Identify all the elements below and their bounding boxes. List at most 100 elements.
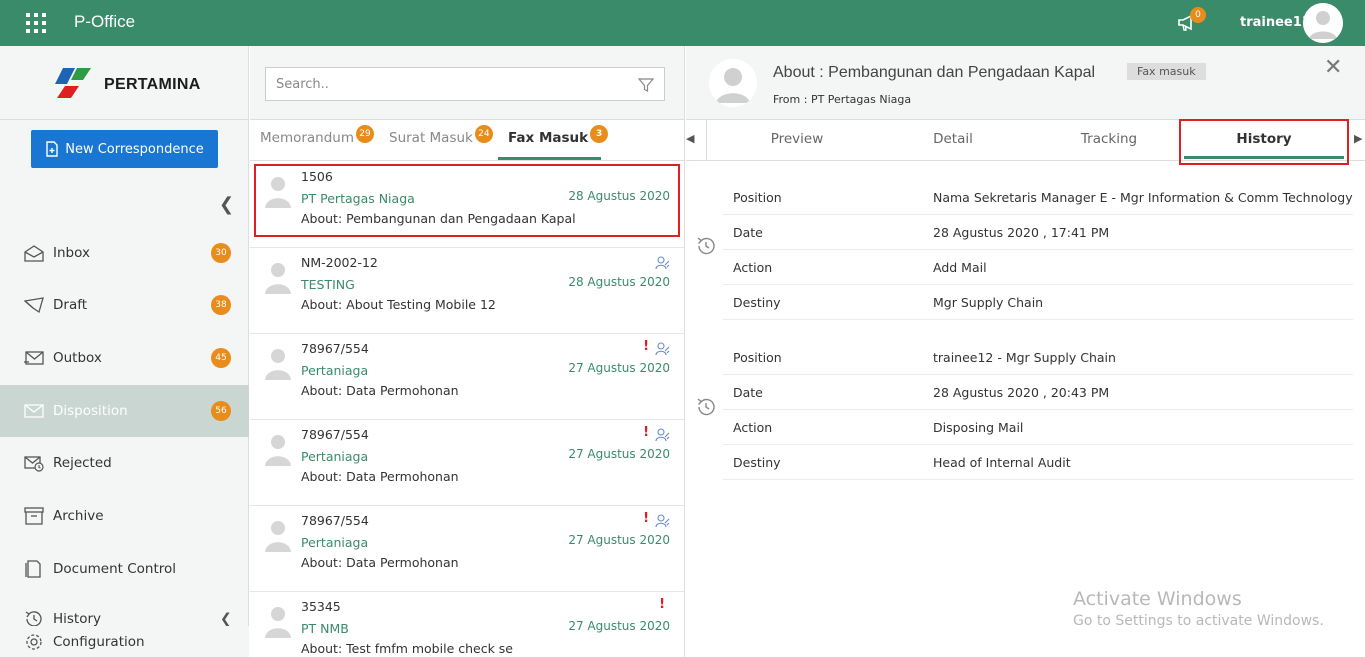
top-bar: P-Office 0 trainee11 (0, 0, 1365, 46)
history-row: Date 28 Agustus 2020 , 20:43 PM (723, 375, 1353, 410)
detail-header: About : Pembangunan dan Pengadaan Kapal … (686, 46, 1365, 120)
sidebar-item-disposition[interactable]: Disposition 56 (0, 385, 249, 437)
tab-label: Surat Masuk (389, 130, 473, 146)
mail-subject: About: Data Permohonan (301, 383, 459, 398)
user-avatar[interactable] (1303, 3, 1343, 43)
sidebar-item-label: History (53, 611, 102, 627)
sidebar-item-label: Outbox (53, 350, 102, 366)
mail-subject: About: Data Permohonan (301, 469, 459, 484)
list-item[interactable]: NM-2002-12 TESTING 28 Agustus 2020 About: A… (250, 248, 685, 334)
mail-sender: Pertaniaga (301, 363, 369, 378)
history-value: 28 Agustus 2020 , 20:43 PM (933, 385, 1110, 400)
close-icon[interactable]: ✕ (1324, 55, 1342, 80)
sender-avatar-icon (264, 346, 292, 380)
pertamina-logo-icon (55, 68, 91, 98)
mail-number: 78967/554 (301, 341, 369, 356)
sidebar-item-draft[interactable]: Draft 38 (0, 279, 249, 331)
sender-avatar-icon (264, 260, 292, 294)
mail-number: 78967/554 (301, 513, 369, 528)
tab-detail[interactable]: Detail (872, 131, 1034, 147)
history-row: Destiny Head of Internal Audit (723, 445, 1353, 480)
history-key: Action (733, 260, 773, 275)
sidebar-item-label: Disposition (53, 403, 128, 419)
detail-title: About : Pembangunan dan Pengadaan Kapal (773, 64, 1096, 81)
search-input[interactable]: Search.. (265, 67, 665, 101)
username[interactable]: trainee11 (1240, 15, 1311, 30)
history-icon (697, 398, 715, 416)
notification-badge: 0 (1190, 7, 1206, 23)
gear-icon (26, 633, 42, 650)
new-correspondence-button[interactable]: New Correspondence (31, 130, 218, 168)
history-row: Position Nama Sekretaris Manager E - Mgr … (723, 180, 1353, 215)
list-item[interactable]: 1506 PT Pertagas Niaga 28 Agustus 2020 Abou… (250, 162, 685, 248)
logo-area: PERTAMINA (0, 46, 248, 120)
apps-grid-icon[interactable] (26, 13, 46, 33)
list-item[interactable]: 35345 PT NMB 27 Agustus 2020 About: Test fm… (250, 592, 685, 657)
sidebar-item-document-control[interactable]: Document Control (0, 543, 249, 595)
sidebar-item-label: Rejected (53, 455, 112, 471)
sidebar-item-archive[interactable]: Archive (0, 490, 249, 542)
collapse-sidebar-icon[interactable]: ❮ (219, 194, 234, 215)
scroll-left-icon[interactable]: ◀ (686, 132, 694, 145)
disposition-icon (24, 404, 44, 418)
active-tab-indicator (498, 157, 601, 160)
list-item[interactable]: 78967/554 Pertaniaga 27 Agustus 2020 About:… (250, 334, 685, 420)
tab-memorandum[interactable]: Memorandum 29 (260, 125, 375, 148)
tab-count-badge: 24 (474, 125, 493, 143)
urgent-icon: ! (643, 425, 649, 440)
filter-icon[interactable] (638, 77, 654, 93)
history-value: Nama Sekretaris Manager E - Mgr Informat… (933, 190, 1353, 205)
mail-date: 27 Agustus 2020 (568, 533, 670, 547)
history-tab-highlight (1179, 119, 1349, 165)
sidebar-item-label: Inbox (53, 245, 90, 261)
mail-list-panel: Search.. Memorandum 29 Surat Masuk 24 Fax … (250, 46, 685, 657)
logo-text: PERTAMINA (104, 76, 201, 93)
list-item[interactable]: 78967/554 Pertaniaga 27 Agustus 2020 About:… (250, 420, 685, 506)
history-row: Action Add Mail (723, 250, 1353, 285)
tab-fax-masuk[interactable]: Fax Masuk 3 (508, 125, 609, 148)
sidebar-item-inbox[interactable]: Inbox 30 (0, 227, 249, 279)
mail-sender: Pertaniaga (301, 449, 369, 464)
outbox-icon (24, 351, 44, 365)
scroll-right-icon[interactable]: ▶ (1354, 132, 1362, 145)
tab-separator (706, 120, 707, 161)
mail-subject: About: Test fmfm mobile check se (301, 641, 513, 656)
tab-preview[interactable]: Preview (716, 131, 878, 147)
inbox-icon (24, 245, 44, 262)
tab-surat-masuk[interactable]: Surat Masuk 24 (389, 125, 493, 148)
search-placeholder: Search.. (276, 76, 329, 92)
history-key: Position (733, 350, 782, 365)
history-value: Disposing Mail (933, 420, 1024, 435)
app-title: P-Office (74, 12, 136, 31)
sidebar-item-label: Configuration (53, 633, 145, 650)
history-key: Position (733, 190, 782, 205)
history-value: trainee12 - Mgr Supply Chain (933, 350, 1116, 365)
mail-sender: TESTING (301, 277, 355, 292)
history-icon (697, 237, 715, 255)
sidebar-item-outbox[interactable]: Outbox 45 (0, 332, 249, 384)
sidebar-item-configuration[interactable]: Configuration (0, 626, 249, 657)
search-area: Search.. (250, 46, 684, 120)
urgent-icon: ! (659, 597, 665, 612)
list-item[interactable]: 78967/554 Pertaniaga 27 Agustus 2020 About:… (250, 506, 685, 592)
mail-type-tag: Fax masuk (1127, 63, 1206, 80)
history-key: Action (733, 420, 773, 435)
sender-avatar-icon (264, 518, 292, 552)
history-row: Destiny Mgr Supply Chain (723, 285, 1353, 320)
history-key: Date (733, 225, 763, 240)
sidebar-item-label: Document Control (53, 561, 177, 577)
history-key: Destiny (733, 295, 781, 310)
draft-icon (24, 297, 44, 314)
urgent-icon: ! (643, 511, 649, 526)
mail-date: 27 Agustus 2020 (568, 447, 670, 461)
selected-item-highlight (254, 164, 680, 237)
archive-icon (24, 507, 44, 525)
sidebar-item-rejected[interactable]: Rejected (0, 437, 249, 489)
disposition-count-badge: 56 (211, 401, 231, 421)
mail-number: 35345 (301, 599, 341, 614)
document-icon (25, 560, 41, 578)
disposition-user-icon (655, 342, 670, 356)
tab-tracking[interactable]: Tracking (1028, 131, 1190, 147)
urgent-icon: ! (643, 339, 649, 354)
history-row: Action Disposing Mail (723, 410, 1353, 445)
